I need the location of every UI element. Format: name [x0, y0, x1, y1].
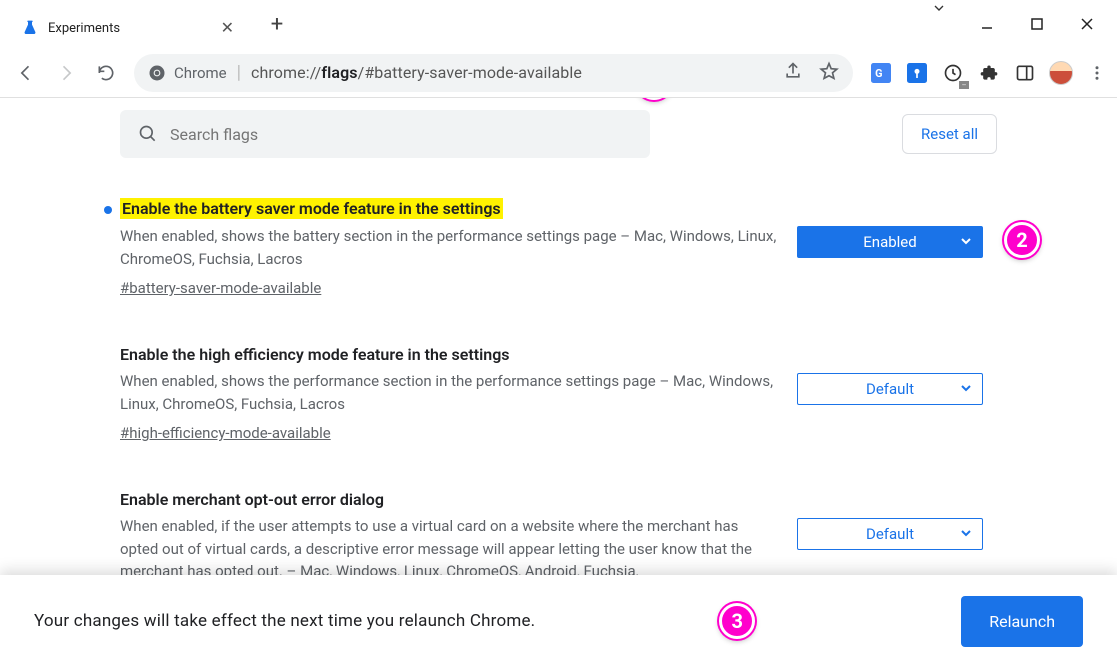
chevron-down-icon: [960, 233, 972, 251]
profile-avatar[interactable]: [1049, 61, 1073, 85]
extension-icons-row: G --: [863, 61, 1109, 85]
url-prefix: chrome://: [251, 63, 321, 82]
flag-title: Enable the battery saver mode feature in…: [120, 198, 503, 219]
password-extension-icon[interactable]: [905, 61, 929, 85]
flag-title: Enable the high efficiency mode feature …: [120, 345, 510, 364]
flag-select-value: Default: [866, 380, 914, 398]
relaunch-button[interactable]: Relaunch: [961, 596, 1083, 647]
flag-description: When enabled, shows the performance sect…: [120, 370, 777, 415]
chrome-label: Chrome: [174, 64, 227, 82]
flag-select-value: Enabled: [863, 233, 916, 251]
tab-strip: Experiments ✕ +: [0, 0, 915, 48]
search-icon: [138, 124, 158, 144]
flag-select-value: Default: [866, 525, 914, 543]
flag-title: Enable merchant opt-out error dialog: [120, 490, 384, 509]
url-host: flags: [321, 63, 357, 82]
browser-toolbar: Chrome | chrome://flags/#battery-saver-m…: [0, 48, 1117, 98]
flag-anchor-link[interactable]: #battery-saver-mode-available: [120, 279, 321, 297]
url-path: /#battery-saver-mode-available: [358, 63, 582, 82]
flag-anchor-link[interactable]: #high-efficiency-mode-available: [120, 424, 331, 442]
reset-all-button[interactable]: Reset all: [902, 114, 997, 154]
flag-control: Enabled: [797, 198, 997, 297]
flag-item: Enable the battery saver mode feature in…: [120, 198, 997, 297]
flag-select[interactable]: Default: [797, 373, 983, 405]
search-flags-input[interactable]: [170, 125, 632, 144]
tab-search-button[interactable]: [915, 0, 963, 16]
annotation-3: 3: [719, 603, 755, 639]
close-icon[interactable]: ✕: [221, 20, 234, 36]
omnibox-separator: |: [237, 62, 241, 83]
omnibox-actions: [783, 61, 839, 85]
window-controls: [963, 0, 1117, 48]
minimize-button[interactable]: [963, 4, 1011, 44]
flag-description: When enabled, shows the battery section …: [120, 225, 777, 270]
flag-main: Enable the high efficiency mode feature …: [120, 345, 777, 442]
maximize-button[interactable]: [1013, 4, 1061, 44]
relaunch-bar: Your changes will take effect the next t…: [0, 575, 1117, 667]
flag-main: Enable the battery saver mode feature in…: [120, 198, 777, 297]
svg-text:G: G: [875, 67, 882, 80]
annotation-2: 2: [1004, 222, 1040, 258]
flag-description: When enabled, if the user attempts to us…: [120, 515, 777, 583]
modified-dot-icon: [104, 206, 112, 214]
reload-button[interactable]: [88, 55, 124, 91]
chevron-down-icon: [960, 380, 972, 398]
side-panel-icon[interactable]: [1013, 61, 1037, 85]
forward-button[interactable]: [48, 55, 84, 91]
page-content: Reset all Enable the battery saver mode …: [0, 98, 1117, 667]
back-button[interactable]: [8, 55, 44, 91]
translate-extension-icon[interactable]: G: [869, 61, 893, 85]
share-icon[interactable]: [783, 61, 803, 85]
titlebar: Experiments ✕ +: [0, 0, 1117, 48]
chrome-logo-icon: Chrome: [148, 64, 227, 82]
relaunch-message: Your changes will take effect the next t…: [34, 611, 535, 631]
browser-tab[interactable]: Experiments ✕: [8, 8, 248, 48]
flag-select[interactable]: Default: [797, 518, 983, 550]
kebab-menu-icon[interactable]: [1085, 64, 1109, 82]
flask-icon: [22, 20, 38, 36]
new-tab-button[interactable]: +: [260, 7, 294, 41]
extensions-puzzle-icon[interactable]: [977, 61, 1001, 85]
flag-control: Default: [797, 345, 997, 442]
flag-item: Enable the high efficiency mode feature …: [120, 345, 997, 442]
search-flags-box[interactable]: [120, 110, 650, 158]
chevron-down-icon: [960, 525, 972, 543]
flag-select[interactable]: Enabled: [797, 226, 983, 258]
close-window-button[interactable]: [1063, 4, 1111, 44]
url-display: chrome://flags/#battery-saver-mode-avail…: [251, 63, 582, 82]
tab-title: Experiments: [48, 21, 211, 36]
search-row: Reset all: [0, 98, 1117, 170]
omnibox[interactable]: Chrome | chrome://flags/#battery-saver-m…: [134, 54, 853, 92]
clock-extension-icon[interactable]: --: [941, 61, 965, 85]
bookmark-star-icon[interactable]: [819, 61, 839, 85]
